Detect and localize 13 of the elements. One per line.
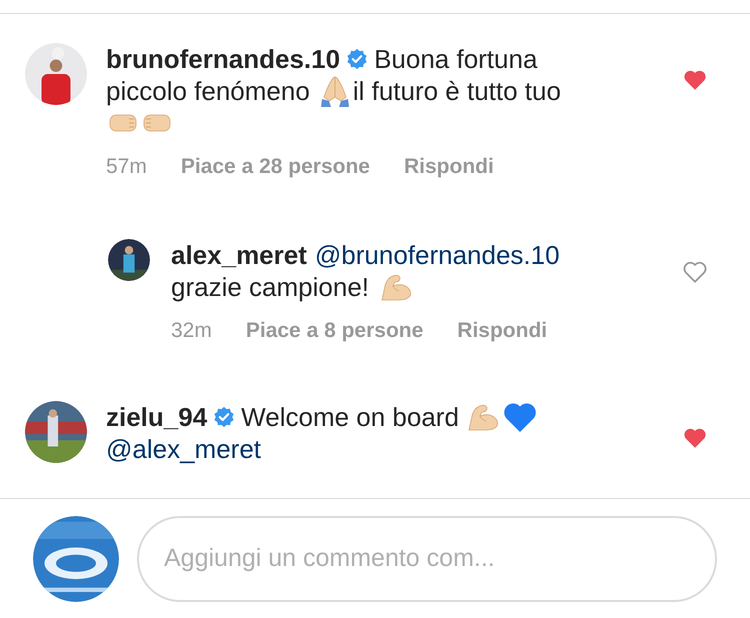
comment-text: piccolo fenómeno — [106, 75, 310, 107]
comment-text: Buona fortuna — [374, 43, 538, 75]
username-link[interactable]: alex_meret — [171, 239, 307, 271]
mention-link[interactable]: @brunofernandes.10 — [314, 239, 560, 271]
comment-time: 32m — [171, 319, 212, 343]
comment-text: il futuro è tutto tuo — [352, 75, 561, 107]
username-link[interactable]: brunofernandes.10 — [106, 43, 340, 75]
comment-input-field[interactable]: Aggiungi un commento com... — [137, 516, 717, 602]
username-link[interactable]: zielu_94 — [106, 401, 208, 433]
comment-time: 57m — [106, 155, 147, 179]
comment-text: Welcome on board — [241, 401, 459, 433]
comment-text: grazie campione! — [171, 271, 369, 303]
mention-link[interactable]: @alex_meret — [106, 433, 262, 465]
